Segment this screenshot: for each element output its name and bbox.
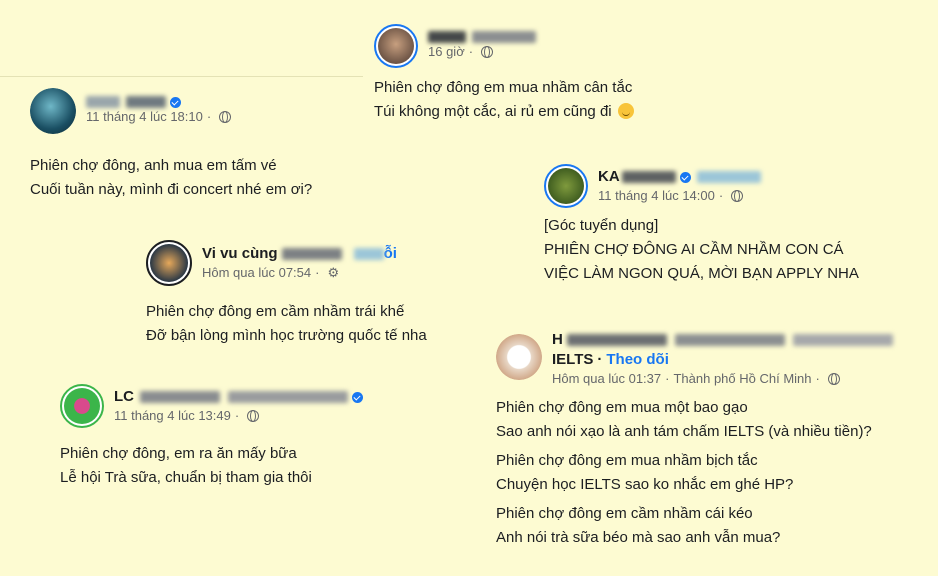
- globe-icon: [481, 46, 494, 58]
- author-name[interactable]: [428, 31, 536, 43]
- verified-icon: [170, 96, 181, 108]
- avatar[interactable]: [544, 164, 588, 208]
- post-text-line: VIỆC LÀM NGON QUÁ, MỜI BẠN APPLY NHA: [544, 265, 859, 282]
- author-name-visible: KA: [598, 168, 620, 185]
- post-text-line: PHIÊN CHỢ ĐÔNG AI CẦM NHẦM CON CÁ: [544, 241, 844, 258]
- post-card: Vi vu cùng ỗi Hôm qua lúc 07:54 · ⚙ Phiê…: [146, 240, 427, 348]
- post-timestamp[interactable]: Hôm qua lúc 07:54: [202, 264, 311, 282]
- globe-icon: [827, 373, 840, 385]
- smile-emoji-icon: [617, 103, 634, 119]
- post-card: 16 giờ · Phiên chợ đông em mua nhầm cân …: [374, 24, 634, 124]
- post-card: 11 tháng 4 lúc 18:10 · Phiên chợ đông, a…: [30, 88, 312, 202]
- avatar[interactable]: [374, 24, 418, 68]
- verified-icon: [352, 391, 363, 403]
- post-text-line: Phiên chợ đông, em ra ăn mấy bữa: [60, 445, 297, 462]
- post-text-line: Cuối tuần này, mình đi concert nhé em ơi…: [30, 181, 313, 198]
- post-text-line: Phiên chợ đông em cầm nhầm cái kéo: [496, 505, 753, 522]
- post-card: LC 11 tháng 4 lúc 13:49 · Phiên chợ đông…: [60, 384, 363, 490]
- post-text-line: Đỡ bận lòng mình học trường quốc tế nha: [146, 327, 427, 344]
- author-name[interactable]: LC: [114, 387, 363, 407]
- post-text-line: Anh nói trà sữa béo mà sao anh vẫn mua?: [496, 529, 781, 546]
- post-timestamp[interactable]: 11 tháng 4 lúc 13:49: [114, 407, 231, 425]
- post-text: Túi không một cắc, ai rủ em cũng đi: [374, 103, 612, 120]
- post-text-line: Sao anh nói xạo là anh tám chấm IELTS (v…: [496, 423, 872, 440]
- author-name[interactable]: H: [552, 330, 893, 350]
- author-name-line2[interactable]: IELTS: [552, 350, 593, 370]
- verified-icon: [679, 171, 691, 183]
- post-card: KA 11 tháng 4 lúc 14:00 · [Góc tuyển dụn…: [544, 164, 859, 286]
- post-text-line: Phiên chợ đông em mua một bao gạo: [496, 399, 748, 416]
- post-timestamp[interactable]: 11 tháng 4 lúc 14:00: [598, 187, 715, 205]
- post-timestamp[interactable]: 16 giờ: [428, 43, 465, 61]
- post-timestamp[interactable]: Hôm qua lúc 01:37: [552, 370, 661, 388]
- post-text-line: Phiên chợ đông em mua nhầm bịch tắc: [496, 452, 758, 469]
- author-name-visible: LC: [114, 388, 134, 405]
- divider: [0, 76, 363, 77]
- author-name-visible: Vi vu cùng: [202, 245, 278, 262]
- author-name-suffix: ỗi: [383, 245, 397, 262]
- avatar[interactable]: [146, 240, 192, 286]
- post-text-line: Chuyện học IELTS sao ko nhắc em ghé HP?: [496, 476, 794, 493]
- post-timestamp[interactable]: 11 tháng 4 lúc 18:10: [86, 108, 203, 126]
- globe-icon: [219, 111, 232, 123]
- post-card: H IELTS · Theo dõi Hôm qua lúc 01:37 · T…: [496, 330, 893, 550]
- avatar[interactable]: [496, 334, 542, 380]
- post-text-line: Lễ hội Trà sữa, chuẩn bị tham gia thôi: [60, 469, 312, 486]
- avatar[interactable]: [30, 88, 76, 134]
- post-text-line: Phiên chợ đông, anh mua em tấm vé: [30, 157, 277, 174]
- post-text-line: Phiên chợ đông em cầm nhầm trái khế: [146, 303, 405, 320]
- post-text-line: [Góc tuyển dụng]: [544, 217, 659, 234]
- post-location[interactable]: Thành phố Hồ Chí Minh: [673, 370, 811, 388]
- gear-icon: ⚙: [327, 265, 340, 280]
- author-name[interactable]: [86, 96, 231, 108]
- avatar[interactable]: [60, 384, 104, 428]
- post-text-line: Phiên chợ đông em mua nhầm cân tắc: [374, 79, 633, 96]
- author-name[interactable]: KA: [598, 167, 761, 187]
- post-text-line: Túi không một cắc, ai rủ em cũng đi: [374, 100, 634, 124]
- author-name-visible: H: [552, 331, 563, 348]
- globe-icon: [247, 410, 260, 422]
- globe-icon: [731, 190, 744, 202]
- author-name[interactable]: Vi vu cùng ỗi: [202, 244, 397, 264]
- follow-button[interactable]: Theo dõi: [606, 350, 669, 370]
